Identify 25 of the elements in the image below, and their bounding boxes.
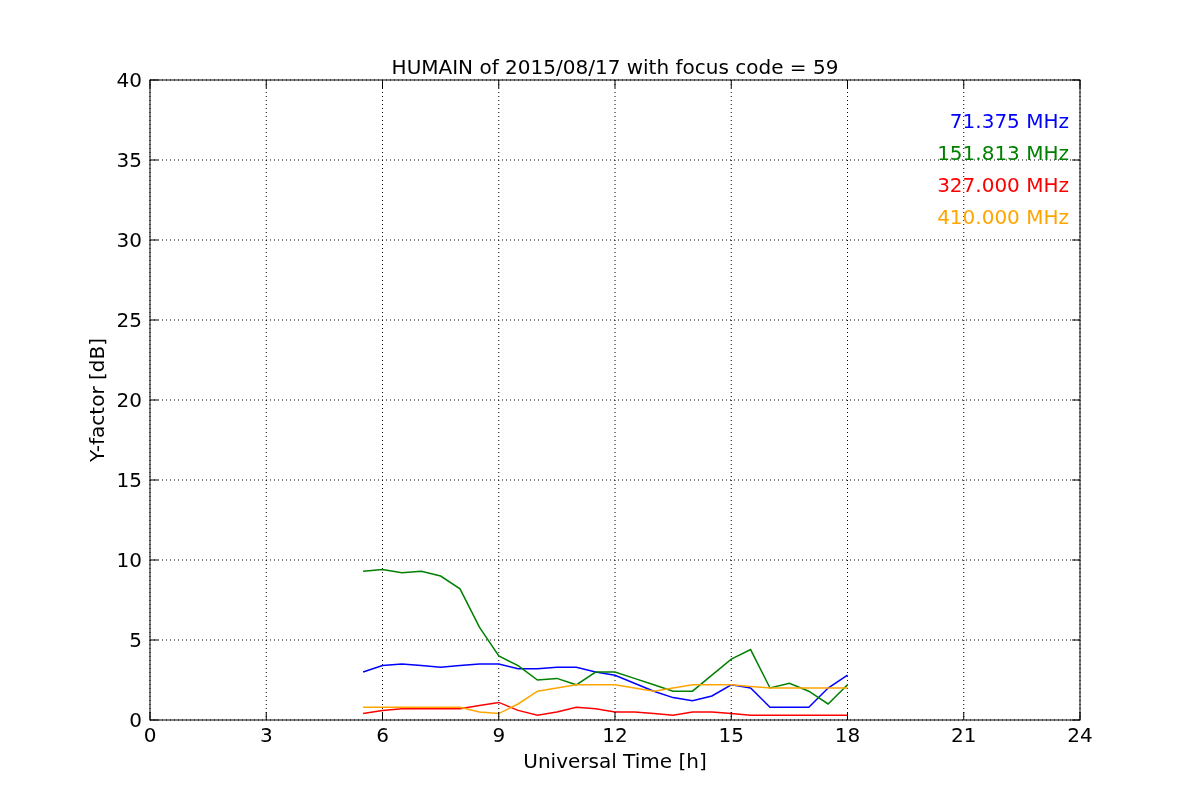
y-tick-label: 25 <box>116 308 142 332</box>
y-axis-label: Y-factor [dB] <box>85 338 109 462</box>
y-tick-label: 10 <box>116 548 142 572</box>
x-tick-label: 3 <box>259 723 273 747</box>
y-tick-label: 15 <box>116 468 142 492</box>
x-tick-label: 21 <box>951 723 977 747</box>
x-tick-label: 18 <box>834 723 861 747</box>
y-tick-label: 30 <box>116 228 142 252</box>
chart-title: HUMAIN of 2015/08/17 with focus code = 59 <box>391 55 839 79</box>
legend-label: 327.000 MHz <box>937 173 1069 197</box>
x-tick-label: 12 <box>602 723 628 747</box>
x-tick-label: 24 <box>1067 723 1093 747</box>
y-tick-label: 40 <box>116 68 142 92</box>
y-tick-label: 20 <box>116 388 142 412</box>
x-tick-label: 0 <box>143 723 157 747</box>
x-tick-label: 6 <box>376 723 389 747</box>
x-tick-label: 15 <box>718 723 744 747</box>
y-tick-label: 5 <box>129 628 142 652</box>
y-tick-label: 35 <box>116 148 142 172</box>
legend-label: 410.000 MHz <box>937 205 1069 229</box>
x-axis-label: Universal Time [h] <box>523 749 707 773</box>
legend-label: 151.813 MHz <box>937 141 1069 165</box>
y-tick-label: 0 <box>129 708 142 732</box>
legend-label: 71.375 MHz <box>949 109 1069 133</box>
x-tick-label: 9 <box>492 723 506 747</box>
